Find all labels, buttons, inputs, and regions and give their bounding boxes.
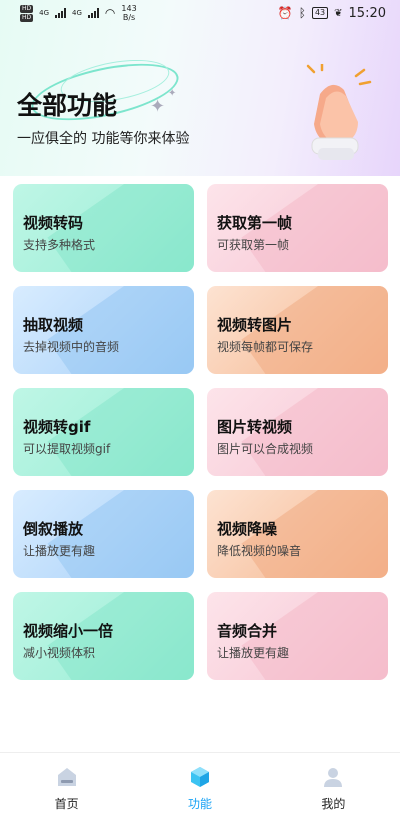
wifi-icon: ◠ [104, 6, 116, 20]
card-description: 降低视频的噪音 [217, 544, 302, 558]
tab-profile[interactable]: 我的 [267, 753, 400, 816]
hd-badge: HD [20, 13, 34, 22]
card-description: 让播放更有趣 [23, 544, 96, 558]
bluetooth-icon: ᛒ [298, 6, 306, 20]
sparkle-icon: ✦ [150, 96, 166, 117]
feature-card-audio-merge[interactable]: 音频合并 让播放更有趣 [207, 592, 388, 680]
card-title: 视频缩小一倍 [23, 622, 114, 640]
hero-banner: ✦ ✦ 全部功能 一应俱全的 功能等你来体验 [0, 0, 400, 176]
card-title: 视频转gif [23, 418, 91, 436]
feature-card-reverse-play[interactable]: 倒叙播放 让播放更有趣 [13, 490, 194, 578]
card-description: 可获取第一帧 [217, 238, 290, 252]
card-title: 视频转图片 [217, 316, 293, 334]
feature-card-first-frame[interactable]: 获取第一帧 可获取第一帧 [207, 184, 388, 272]
network-type: 4G [39, 9, 50, 17]
card-title: 图片转视频 [217, 418, 293, 436]
card-description: 去掉视频中的音频 [23, 340, 120, 354]
feature-card-image-to-video[interactable]: 图片转视频 图片可以合成视频 [207, 388, 388, 476]
feature-card-video-denoise[interactable]: 视频降噪 降低视频的噪音 [207, 490, 388, 578]
card-title: 视频降噪 [217, 520, 278, 538]
signal-icon [55, 8, 67, 18]
card-title: 倒叙播放 [23, 520, 84, 538]
feature-card-extract-video[interactable]: 抽取视频 去掉视频中的音频 [13, 286, 194, 374]
battery-icon: 43 [311, 7, 329, 19]
feature-card-video-shrink[interactable]: 视频缩小一倍 减小视频体积 [13, 592, 194, 680]
network-type: 4G [72, 9, 82, 17]
tab-label: 我的 [321, 797, 346, 811]
card-description: 图片可以合成视频 [217, 442, 314, 456]
cube-icon [190, 767, 209, 787]
clapping-hands-icon [306, 64, 372, 160]
card-title: 视频转码 [23, 214, 84, 232]
card-title: 获取第一帧 [217, 214, 293, 232]
page-subtitle: 一应俱全的 功能等你来体验 [17, 131, 190, 147]
card-title: 音频合并 [217, 622, 278, 640]
clock: 15:20 [348, 5, 386, 21]
card-description: 支持多种格式 [23, 238, 96, 252]
tab-label: 首页 [54, 797, 79, 811]
status-bar: HD HD 4G 4G ◠ 143 B/s ⏰ ᛒ 43 ❦ 15:20 [0, 0, 400, 26]
card-description: 视频每帧都可保存 [217, 340, 314, 354]
feature-card-video-transcode[interactable]: 视频转码 支持多种格式 [13, 184, 194, 272]
card-description: 可以提取视频gif [23, 442, 111, 456]
hd-badge: HD [20, 4, 34, 13]
signal-icon [87, 8, 99, 18]
feature-card-video-to-image[interactable]: 视频转图片 视频每帧都可保存 [207, 286, 388, 374]
card-description: 减小视频体积 [23, 646, 96, 660]
leaf-icon: ❦ [334, 7, 343, 19]
feature-card-video-to-gif[interactable]: 视频转gif 可以提取视频gif [13, 388, 194, 476]
tab-home[interactable]: 首页 [0, 753, 133, 816]
sparkle-icon: ✦ [168, 88, 177, 99]
card-title: 抽取视频 [23, 316, 84, 334]
page-title: 全部功能 [17, 91, 118, 120]
card-description: 让播放更有趣 [217, 646, 290, 660]
tab-features[interactable]: 功能 [133, 753, 266, 816]
home-icon [57, 768, 76, 786]
user-icon [324, 768, 343, 787]
tab-label: 功能 [187, 797, 212, 811]
alarm-icon: ⏰ [277, 6, 293, 20]
bottom-tab-bar: 首页 功能 我的 [0, 752, 400, 816]
network-speed: 143 B/s [121, 4, 137, 22]
